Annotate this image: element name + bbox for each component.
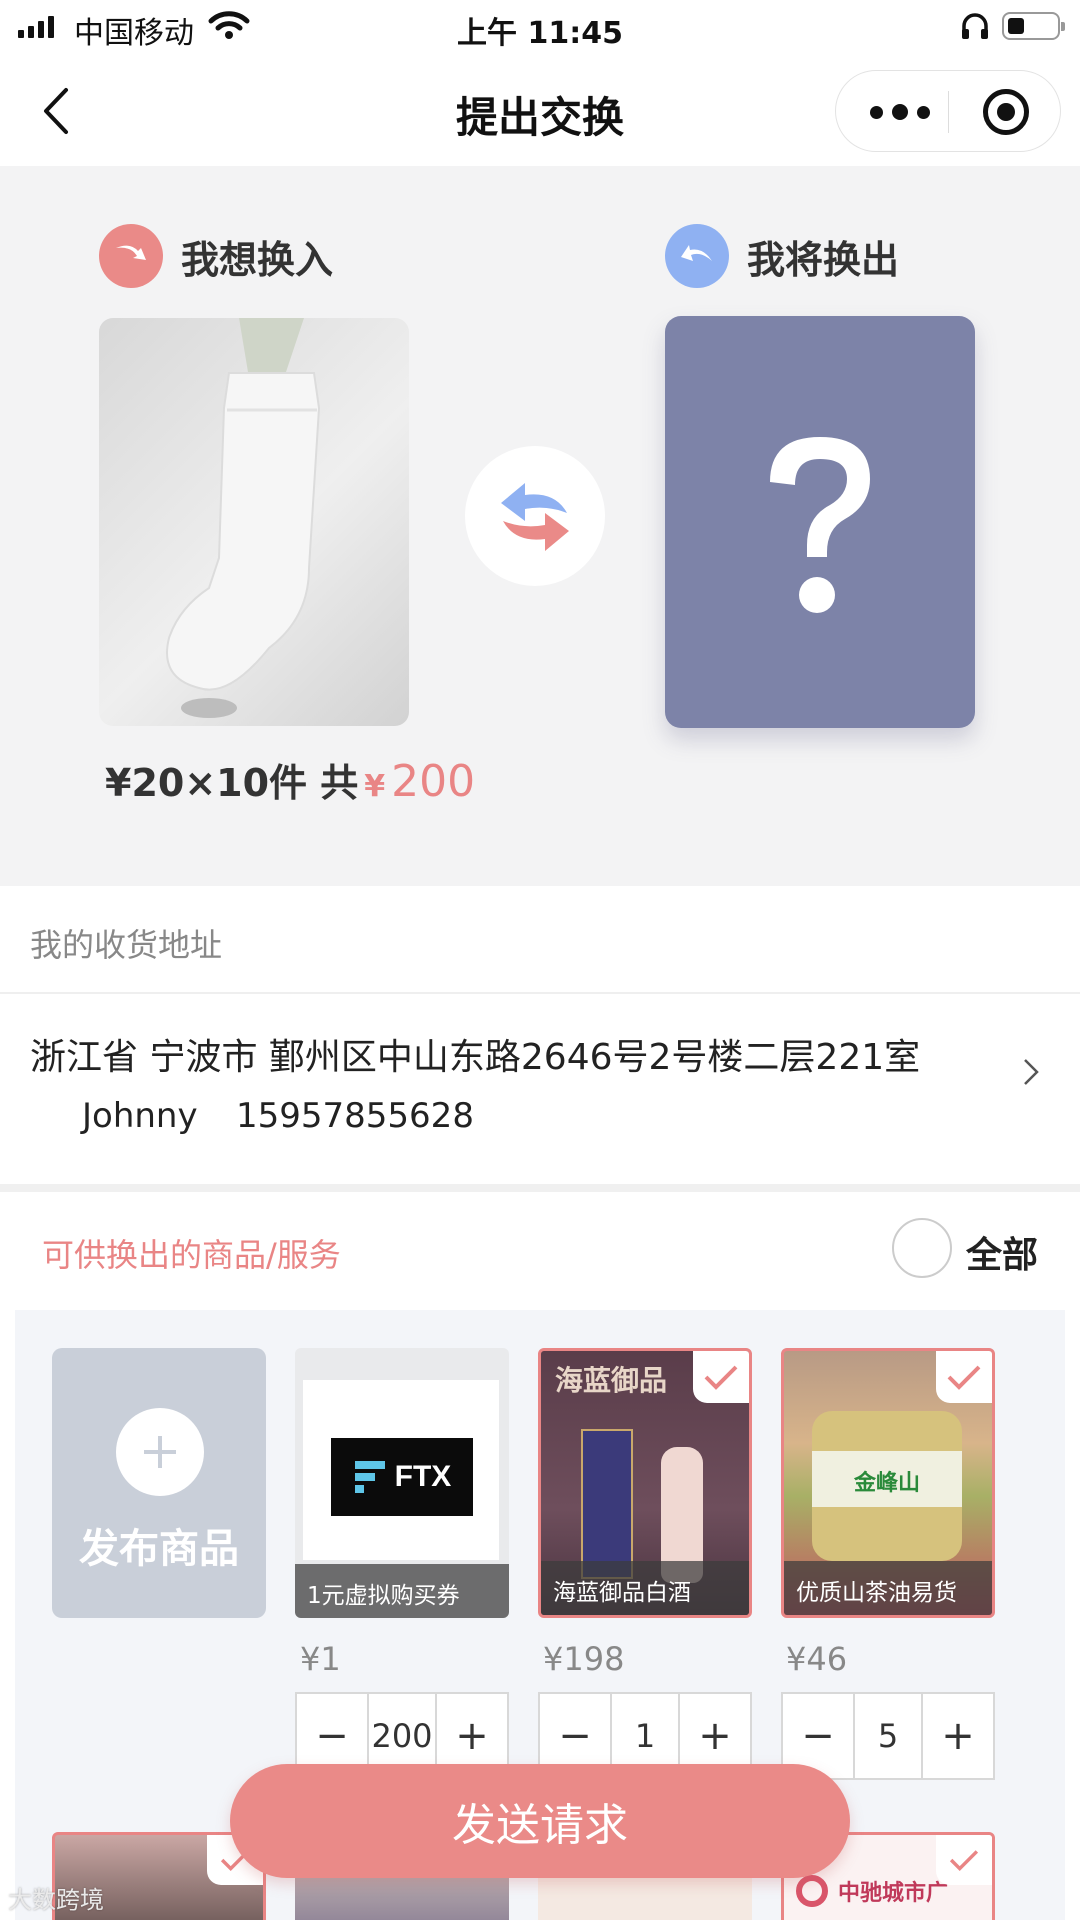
select-all-radio[interactable]: [892, 1218, 952, 1278]
question-mark-icon: [770, 437, 870, 613]
unit-price-text: ¥20×10件 共: [105, 761, 359, 805]
swap-in-icon: [99, 224, 163, 288]
close-target-icon[interactable]: [983, 89, 1029, 135]
product-card[interactable]: 海蓝御品 海蓝御品白酒: [538, 1348, 752, 1618]
product-banner-text: 中驰城市广: [838, 1881, 949, 1906]
ftx-logo: FTX: [331, 1438, 473, 1516]
product-title: 1元虚拟购买券: [295, 1564, 509, 1618]
chevron-right-icon: [1024, 1059, 1039, 1085]
wanted-product-image[interactable]: [99, 318, 409, 726]
product-banner-text: 海蓝御品: [555, 1364, 668, 1397]
product-box: [581, 1429, 633, 1579]
more-icon[interactable]: [870, 99, 930, 125]
mini-program-capsule: [835, 70, 1061, 152]
swap-out-icon: [665, 224, 729, 288]
product-bottle: 金峰山: [812, 1411, 962, 1561]
give-header: 我将换出: [665, 224, 899, 288]
ftx-logo-text: FTX: [394, 1460, 452, 1493]
battery-icon: [1002, 12, 1065, 40]
mall-logo-icon: [796, 1875, 828, 1907]
want-label: 我想换入: [181, 237, 334, 282]
send-request-button[interactable]: 发送请求: [230, 1764, 850, 1878]
increase-button[interactable]: +: [923, 1694, 993, 1778]
selected-check-icon[interactable]: [936, 1351, 992, 1403]
choose-item-placeholder[interactable]: [665, 316, 975, 728]
product-title: 优质山茶油易货: [784, 1561, 992, 1615]
capsule-divider: [948, 91, 949, 133]
status-time: 上午 11:45: [457, 16, 623, 51]
goods-header: 可供换出的商品/服务 全部: [0, 1192, 1080, 1310]
product-card[interactable]: FTX 1元虚拟购买券: [295, 1348, 509, 1618]
headphone-icon: [962, 13, 988, 39]
plus-icon: [116, 1408, 204, 1496]
product-title: 海蓝御品白酒: [541, 1561, 749, 1615]
wanted-price-summary: ¥20×10件 共 ¥ 200: [105, 752, 475, 807]
exchange-panel: 我想换入 我将换出 ¥20×10件 共 ¥ 200: [0, 166, 1080, 886]
product-label: 金峰山: [812, 1451, 962, 1507]
give-label: 我将换出: [747, 237, 900, 282]
product-price: ¥46: [786, 1640, 848, 1678]
want-header: 我想换入: [99, 224, 333, 288]
status-bar: 中国移动 上午 11:45: [0, 0, 1080, 56]
selected-check-icon[interactable]: [936, 1835, 992, 1885]
publish-product-button[interactable]: 发布商品: [52, 1348, 266, 1618]
address-line: 浙江省 宁波市 鄞州区中山东路2646号2号楼二层221室: [30, 1037, 921, 1078]
total-currency: ¥: [364, 769, 386, 804]
watermark-text: 大数跨境: [8, 1886, 104, 1914]
goods-section-title: 可供换出的商品/服务: [42, 1236, 341, 1274]
address-section-header: 我的收货地址: [0, 886, 1080, 994]
publish-label: 发布商品: [79, 1526, 239, 1572]
section-divider: [0, 1184, 1080, 1192]
swap-button[interactable]: [465, 446, 605, 586]
product-price: ¥1: [300, 1640, 341, 1678]
navigation-bar: 提出交换: [0, 56, 1080, 166]
recipient-phone: 15957855628: [236, 1096, 474, 1136]
select-all-label[interactable]: 全部: [966, 1226, 1038, 1278]
product-image: FTX: [303, 1380, 499, 1560]
ftx-mark-icon: [354, 1461, 385, 1493]
swap-arrows-icon: [501, 483, 569, 551]
sock-picture: [166, 318, 321, 718]
total-value: 200: [391, 756, 476, 807]
address-row[interactable]: 浙江省 宁波市 鄞州区中山东路2646号2号楼二层221室 Johnny 159…: [0, 994, 1080, 1184]
address-section-label: 我的收货地址: [30, 926, 223, 964]
recipient-name: Johnny: [82, 1096, 198, 1136]
product-price: ¥198: [543, 1640, 625, 1678]
quantity-value[interactable]: 5: [853, 1694, 923, 1778]
product-card[interactable]: 金峰山 优质山茶油易货: [781, 1348, 995, 1618]
selected-check-icon[interactable]: [693, 1351, 749, 1403]
